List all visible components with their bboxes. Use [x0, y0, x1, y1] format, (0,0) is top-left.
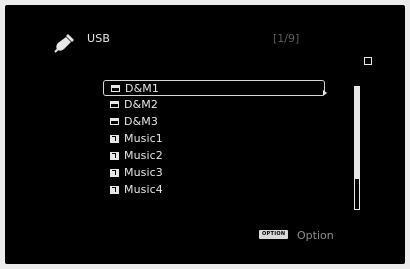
page-indicator: [1/9]	[273, 32, 300, 45]
scrollbar-thumb[interactable]	[355, 87, 359, 179]
list-item[interactable]: Music3	[103, 164, 325, 181]
list-item[interactable]: D&M2	[103, 96, 325, 113]
file-list: D&M1 D&M2 D&M3 Music1 Music2 Music3 Musi…	[103, 80, 325, 198]
music-file-icon	[110, 168, 119, 177]
source-title: USB	[87, 32, 111, 45]
chevron-right-icon[interactable]	[323, 90, 327, 96]
option-button-icon: OPTION	[259, 230, 289, 239]
list-item[interactable]: D&M3	[103, 113, 325, 130]
list-item[interactable]: Music2	[103, 147, 325, 164]
music-file-icon	[110, 134, 119, 143]
folder-icon	[110, 118, 119, 125]
list-item[interactable]: Music1	[103, 130, 325, 147]
folder-icon	[110, 101, 119, 108]
list-item-label: Music4	[124, 183, 163, 196]
scrollbar[interactable]	[354, 86, 360, 210]
music-file-icon	[110, 151, 119, 160]
list-item-label: D&M1	[125, 81, 159, 95]
usb-browser-screen: USB [1/9] D&M1 D&M2 D&M3 Music1 Music2 M…	[5, 5, 405, 264]
list-item-label: Music3	[124, 166, 163, 179]
list-item-label: D&M3	[124, 115, 158, 128]
list-item-label: Music1	[124, 132, 163, 145]
usb-plug-icon	[54, 34, 74, 53]
list-item-label: D&M2	[124, 98, 158, 111]
option-label: Option	[297, 229, 334, 242]
list-item-label: Music2	[124, 149, 163, 162]
list-item[interactable]: D&M1	[103, 80, 325, 96]
folder-icon	[111, 84, 120, 92]
stop-icon	[364, 57, 372, 65]
list-item[interactable]: Music4	[103, 181, 325, 198]
music-file-icon	[110, 185, 119, 194]
